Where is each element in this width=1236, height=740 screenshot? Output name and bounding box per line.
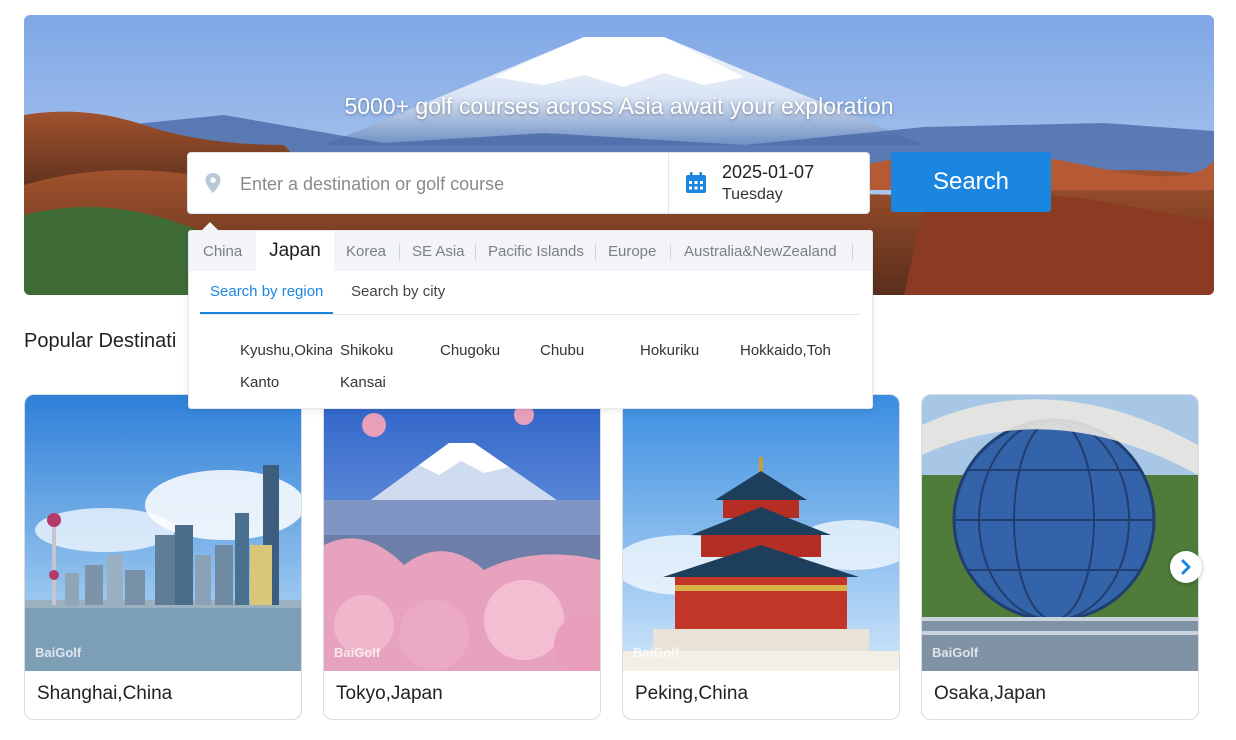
tab-search-by-city[interactable]: Search by city <box>351 283 445 300</box>
search-button[interactable]: Search <box>891 152 1051 212</box>
baigolf-watermark: BaiGolf <box>633 645 680 660</box>
region-shikoku[interactable]: Shikoku <box>340 342 432 359</box>
map-pin-icon <box>205 173 221 193</box>
card-label: Shanghai,China <box>37 683 173 704</box>
tab-se-asia[interactable]: SE Asia <box>412 231 465 271</box>
tokyo-fuji-blossom-image <box>324 395 600 671</box>
region-tab-bar: China Japan Korea SE Asia Pacific Island… <box>189 231 872 271</box>
card-label: Tokyo,Japan <box>336 683 443 704</box>
destination-input[interactable] <box>238 165 642 203</box>
region-hokkaido-tohoku[interactable]: Hokkaido,Toh <box>740 342 832 359</box>
card-label: Osaka,Japan <box>934 683 1046 704</box>
tab-separator <box>595 244 596 260</box>
mode-tab-divider <box>200 314 861 315</box>
tab-separator <box>670 244 671 260</box>
carousel-next-button[interactable] <box>1170 551 1202 583</box>
calendar-icon <box>686 172 706 193</box>
region-kyushu-okinawa[interactable]: Kyushu,Okina <box>240 342 332 359</box>
card-label: Peking,China <box>635 683 749 704</box>
destination-card-osaka[interactable]: BaiGolf Osaka,Japan <box>921 394 1199 720</box>
destination-card-shanghai[interactable]: BaiGolf Shanghai,China <box>24 394 302 720</box>
temple-of-heaven-image <box>623 395 899 671</box>
dropdown-pointer <box>201 222 219 231</box>
region-hokuriku[interactable]: Hokuriku <box>640 342 732 359</box>
popular-destinations-title: Popular Destinati <box>24 330 177 352</box>
region-kanto[interactable]: Kanto <box>240 374 332 391</box>
tab-pacific-islands[interactable]: Pacific Islands <box>488 231 584 271</box>
region-chubu[interactable]: Chubu <box>540 342 632 359</box>
destination-card-tokyo[interactable]: BaiGolf Tokyo,Japan <box>323 394 601 720</box>
tab-europe[interactable]: Europe <box>608 231 656 271</box>
tab-separator <box>475 244 476 260</box>
tab-separator <box>852 244 853 260</box>
tab-australia-new-zealand[interactable]: Australia&NewZealand <box>684 231 837 271</box>
destination-dropdown: China Japan Korea SE Asia Pacific Island… <box>188 222 873 409</box>
hero-tagline: 5000+ golf courses across Asia await you… <box>344 93 894 119</box>
universal-globe-image <box>922 395 1198 671</box>
region-chugoku[interactable]: Chugoku <box>440 342 532 359</box>
baigolf-watermark: BaiGolf <box>334 645 381 660</box>
selected-date: 2025-01-07 <box>722 162 815 182</box>
tab-japan[interactable]: Japan <box>256 231 334 271</box>
tab-china[interactable]: China <box>203 231 242 271</box>
tab-search-by-region[interactable]: Search by region <box>210 283 323 300</box>
date-picker[interactable]: 2025-01-07 Tuesday <box>669 153 869 213</box>
search-bar: 2025-01-07 Tuesday <box>187 152 870 214</box>
region-kansai[interactable]: Kansai <box>340 374 432 391</box>
shanghai-skyline-image <box>25 395 301 671</box>
tab-korea[interactable]: Korea <box>346 231 386 271</box>
chevron-right-icon <box>1181 559 1191 575</box>
baigolf-watermark: BaiGolf <box>932 645 979 660</box>
tab-separator <box>399 244 400 260</box>
selected-weekday: Tuesday <box>722 186 783 203</box>
destination-card-peking[interactable]: BaiGolf Peking,China <box>622 394 900 720</box>
baigolf-watermark: BaiGolf <box>35 645 82 660</box>
